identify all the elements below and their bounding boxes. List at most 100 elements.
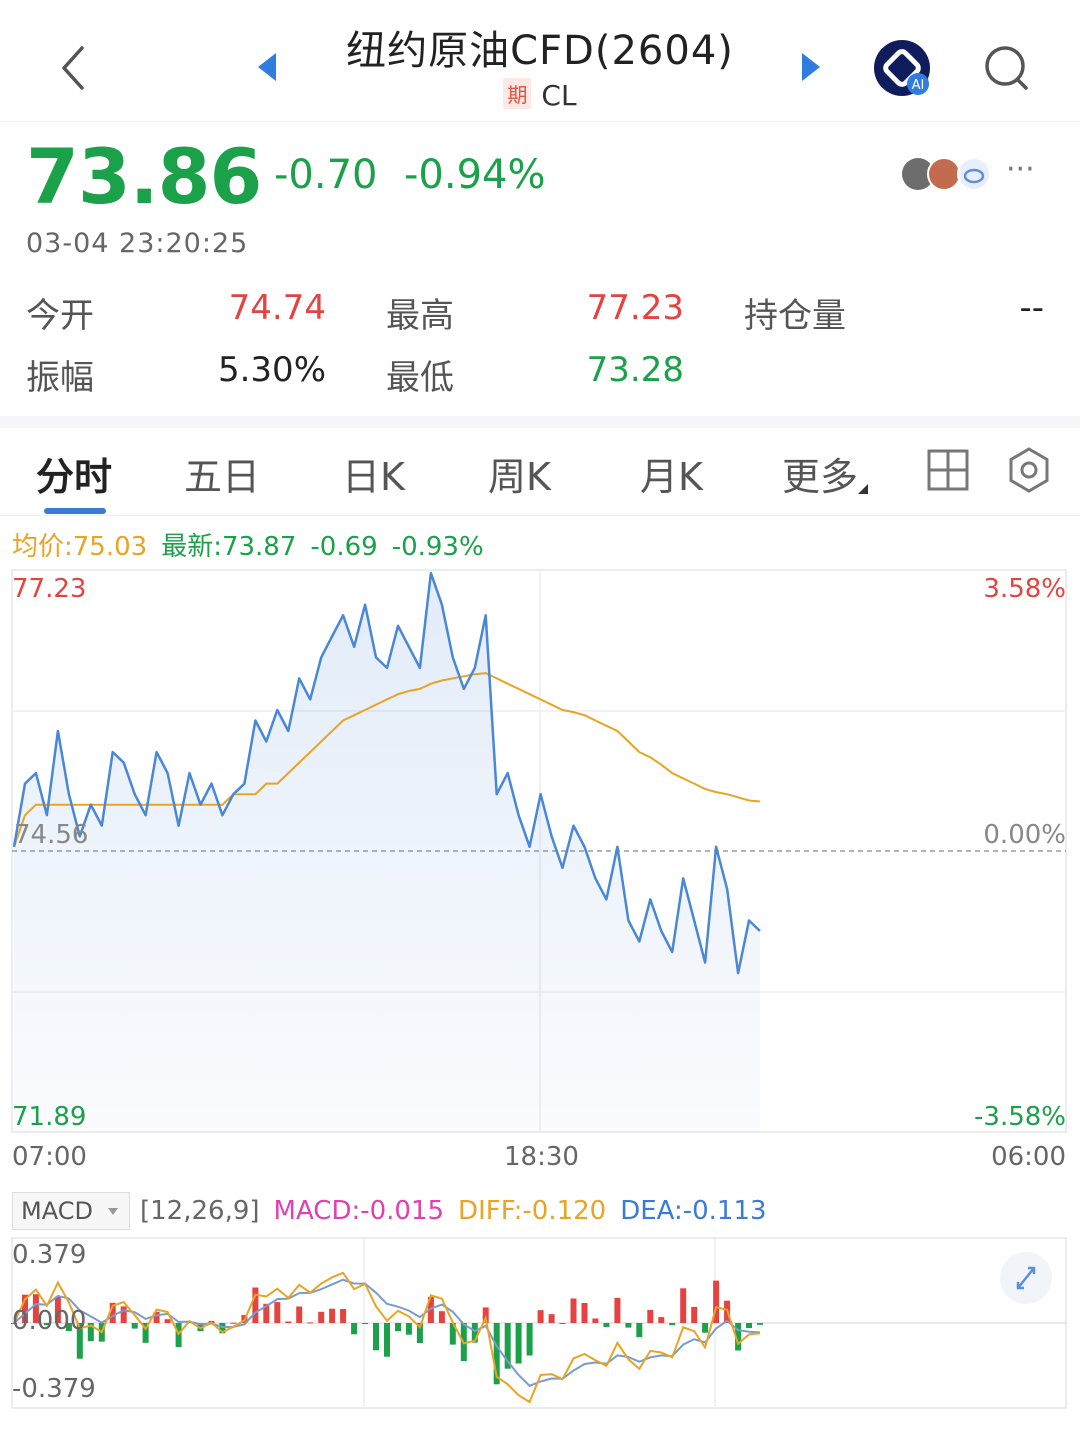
- indicator-select[interactable]: MACD: [12, 1192, 130, 1230]
- quote-timestamp: 03-04 23:20:25: [26, 228, 249, 259]
- macd-bar: [252, 1287, 259, 1323]
- pct-axis-min-label: -3.58%: [974, 1102, 1066, 1132]
- macd-bar: [702, 1323, 709, 1333]
- last-price: 73.86: [26, 132, 262, 221]
- open-value: 74.74: [228, 288, 326, 328]
- macd-bar: [636, 1323, 643, 1338]
- active-tab-indicator: [44, 508, 106, 514]
- ai-assistant-icon[interactable]: AI: [872, 38, 934, 100]
- settings-hexagon-icon[interactable]: [1006, 446, 1052, 494]
- macd-bar: [581, 1303, 588, 1323]
- time-axis-start-label: 07:00: [12, 1142, 87, 1172]
- macd-bar: [548, 1314, 555, 1323]
- macd-bar: [373, 1323, 379, 1351]
- top-nav-bar: 纽约原油CFD(2604) 期 CL AI: [0, 0, 1080, 122]
- low-label: 最低: [386, 358, 454, 398]
- weibo-icon: [957, 157, 991, 191]
- macd-bar: [296, 1306, 303, 1323]
- macd-bar: [164, 1319, 171, 1323]
- y-axis-reference-label: 74.56: [14, 820, 89, 850]
- macd-max-label: 0.379: [12, 1240, 87, 1270]
- macd-bar: [395, 1323, 401, 1332]
- macd-bar: [351, 1323, 358, 1335]
- macd-bar: [680, 1288, 687, 1323]
- macd-chart[interactable]: [0, 1236, 1080, 1416]
- y-axis-max-label: 77.23: [12, 574, 87, 604]
- previous-contract-arrow-icon[interactable]: [252, 50, 282, 84]
- chevron-down-icon: [107, 1208, 118, 1215]
- macd-bar: [120, 1306, 127, 1323]
- macd-bar: [307, 1322, 314, 1324]
- macd-bar: [329, 1308, 336, 1323]
- macd-legend: [12,26,9] MACD:-0.015 DIFF:-0.120 DEA:-0.11…: [140, 1196, 781, 1226]
- macd-bar: [746, 1323, 752, 1329]
- chart-legend: 均价:75.03 最新:73.87 -0.69 -0.93%: [12, 526, 498, 563]
- price-change: -0.70: [274, 152, 378, 198]
- macd-bar: [285, 1321, 292, 1323]
- macd-bar: [691, 1306, 698, 1323]
- instrument-symbol: CL: [541, 79, 577, 112]
- macd-params: [12,26,9]: [140, 1196, 260, 1226]
- macd-bar: [625, 1323, 632, 1328]
- section-divider: [0, 416, 1080, 428]
- layout-grid-icon[interactable]: [926, 448, 970, 492]
- macd-zero-label: 0.000: [12, 1306, 87, 1336]
- expand-chart-icon[interactable]: [1000, 1252, 1052, 1304]
- macd-bar: [757, 1323, 763, 1325]
- community-avatars[interactable]: [900, 154, 1000, 194]
- avatar-icon: [927, 157, 961, 191]
- next-contract-arrow-icon[interactable]: [796, 50, 826, 84]
- macd-bar: [559, 1323, 566, 1324]
- macd-min-label: -0.379: [12, 1374, 96, 1404]
- pct-axis-zero-label: 0.00%: [983, 820, 1066, 850]
- macd-bar: [537, 1310, 544, 1323]
- macd-bar: [614, 1297, 621, 1323]
- back-chevron-icon[interactable]: [52, 40, 96, 96]
- macd-bar: [526, 1323, 533, 1356]
- instrument-title: 纽约原油CFD(2604): [346, 28, 734, 74]
- tab-intraday[interactable]: 分时: [36, 446, 112, 501]
- amplitude-value: 5.30%: [217, 350, 326, 390]
- search-icon[interactable]: [980, 40, 1036, 96]
- macd-bar: [515, 1323, 522, 1364]
- high-label: 最高: [386, 296, 454, 336]
- macd-histogram: [11, 1280, 763, 1385]
- more-options-icon[interactable]: ···: [1006, 152, 1042, 192]
- tab-monthly-k[interactable]: 月K: [640, 446, 703, 501]
- legend-change-percent: -0.93%: [391, 532, 484, 562]
- pct-axis-max-label: 3.58%: [983, 574, 1066, 604]
- legend-change: -0.69: [310, 532, 378, 562]
- open-interest-value: --: [1019, 288, 1044, 328]
- price-change-percent: -0.94%: [404, 152, 546, 198]
- diff-value: DIFF:-0.120: [458, 1196, 607, 1226]
- macd-bar: [362, 1323, 369, 1324]
- y-axis-min-label: 71.89: [12, 1102, 87, 1132]
- time-axis-mid-label: 18:30: [504, 1142, 579, 1172]
- tab-weekly-k[interactable]: 周K: [488, 446, 551, 501]
- intraday-price-chart[interactable]: [0, 560, 1080, 1160]
- high-value: 77.23: [586, 288, 684, 328]
- instrument-subtitle: 期 CL: [300, 78, 780, 112]
- macd-bar: [647, 1310, 654, 1323]
- price-area-fill: [14, 573, 760, 1132]
- tab-more[interactable]: 更多: [782, 446, 869, 501]
- macd-value: MACD:-0.015: [273, 1196, 445, 1226]
- macd-bar: [438, 1311, 445, 1323]
- open-label: 今开: [26, 296, 94, 336]
- macd-bar: [669, 1323, 676, 1326]
- dropdown-corner-icon: [858, 484, 869, 494]
- chart-period-tabs: 分时 五日 日K 周K 月K 更多: [0, 428, 1080, 516]
- average-price-legend: 均价:75.03: [12, 532, 148, 562]
- macd-bar: [230, 1322, 237, 1324]
- macd-bar: [405, 1323, 412, 1335]
- tab-daily-k[interactable]: 日K: [342, 446, 405, 501]
- open-interest-label: 持仓量: [744, 296, 846, 336]
- macd-bar: [131, 1323, 138, 1329]
- macd-bar: [340, 1309, 347, 1323]
- time-axis-end-label: 06:00: [991, 1142, 1066, 1172]
- low-value: 73.28: [586, 350, 684, 390]
- macd-bar: [274, 1302, 281, 1323]
- tab-five-day[interactable]: 五日: [184, 446, 260, 501]
- futures-badge: 期: [503, 78, 532, 109]
- indicator-select-value: MACD: [21, 1197, 93, 1225]
